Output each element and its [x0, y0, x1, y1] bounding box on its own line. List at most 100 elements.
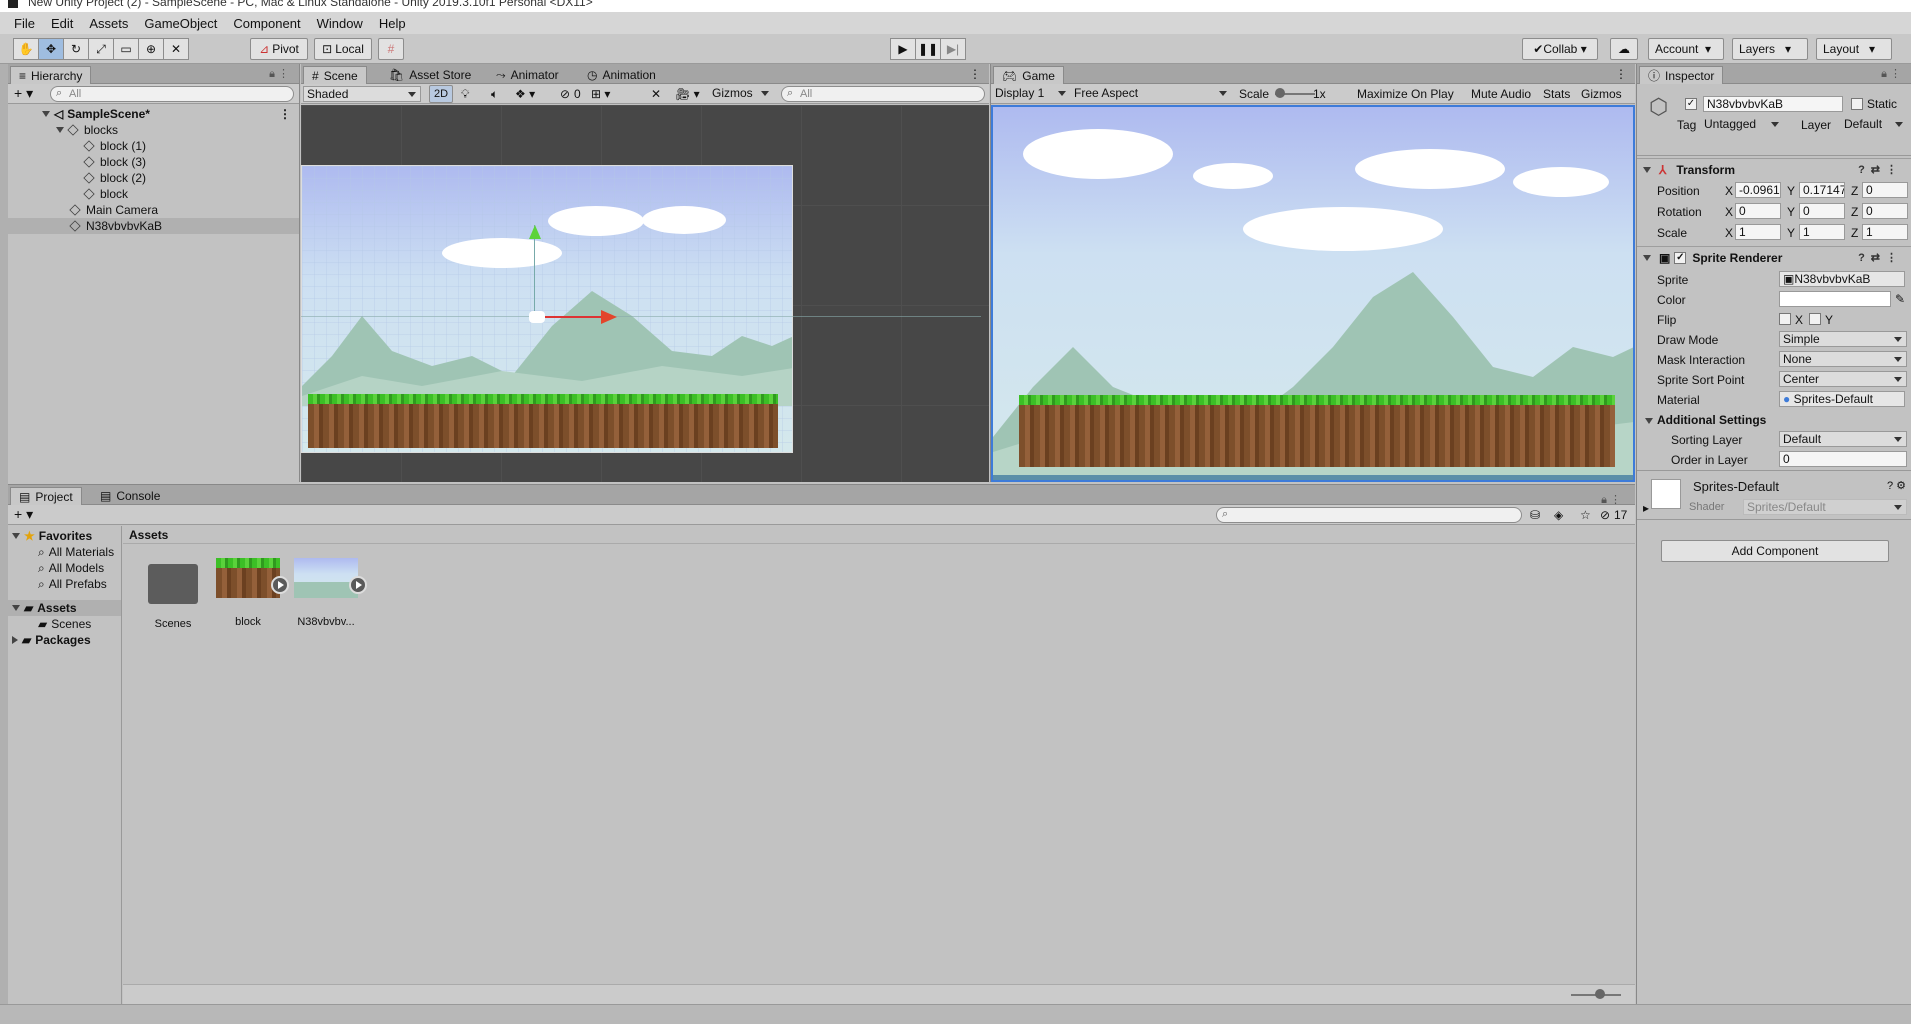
- rotation-y-field[interactable]: 0: [1799, 203, 1845, 219]
- additional-settings-foldout[interactable]: Additional Settings: [1645, 413, 1766, 427]
- position-z-field[interactable]: 0: [1862, 182, 1908, 198]
- cloud-icon[interactable]: ☁: [1610, 38, 1638, 60]
- move-tool-icon[interactable]: ✥: [38, 38, 64, 60]
- account-dropdown[interactable]: Account ▾: [1648, 38, 1724, 60]
- filter-by-label-icon[interactable]: ◈: [1554, 508, 1563, 522]
- scale-slider-handle[interactable]: [1275, 88, 1285, 98]
- foldout-arrow-icon[interactable]: [1643, 166, 1651, 173]
- hidden-packages-icon[interactable]: ⊘: [1600, 508, 1610, 522]
- sprite-renderer-header[interactable]: ▣ ✓ Sprite Renderer ?⇄⋮: [1637, 246, 1911, 268]
- menu-component[interactable]: Component: [225, 16, 308, 31]
- object-name-field[interactable]: N38vbvbvKaB: [1703, 96, 1843, 112]
- order-in-layer-field[interactable]: 0: [1779, 451, 1907, 467]
- inspector-lock-icon[interactable]: 🔒︎ ⋮: [1881, 67, 1901, 81]
- asset-block-sprite[interactable]: block: [213, 556, 289, 628]
- menu-help[interactable]: Help: [371, 16, 414, 31]
- scale-z-field[interactable]: 1: [1862, 224, 1908, 240]
- packages-folder-row[interactable]: ▰ Packages: [8, 632, 121, 648]
- scene-menu-icon[interactable]: ⋮: [279, 107, 291, 121]
- component-menu-icons[interactable]: ?⇄⋮: [1858, 251, 1903, 264]
- project-search-input[interactable]: [1216, 507, 1522, 523]
- rect-tool-icon[interactable]: ▭: [113, 38, 139, 60]
- position-y-field[interactable]: 0.17147: [1799, 182, 1845, 198]
- layers-dropdown[interactable]: Layers ▾: [1732, 38, 1808, 60]
- effects-icon[interactable]: ❖ ▾: [515, 87, 535, 101]
- active-checkbox[interactable]: ✓: [1685, 98, 1697, 110]
- collapse-arrow-icon[interactable]: [12, 636, 18, 644]
- grid-visibility-icon[interactable]: ⊞ ▾: [591, 87, 610, 101]
- scene-background-sprite[interactable]: [301, 165, 793, 453]
- favorite-star-icon[interactable]: ☆: [1580, 508, 1591, 522]
- local-toggle[interactable]: ⊡ Local: [314, 38, 372, 60]
- favorite-all-prefabs[interactable]: ⌕ All Prefabs: [8, 576, 121, 592]
- layout-dropdown[interactable]: Layout ▾: [1816, 38, 1892, 60]
- pause-button-icon[interactable]: ❚❚: [915, 38, 941, 60]
- expand-arrow-icon[interactable]: ▸: [1643, 501, 1649, 515]
- shading-mode-dropdown[interactable]: Shaded: [303, 86, 421, 102]
- audio-icon[interactable]: 🔈︎: [491, 87, 498, 102]
- rotate-tool-icon[interactable]: ↻: [63, 38, 89, 60]
- expand-sprite-icon[interactable]: [349, 576, 367, 594]
- game-viewport[interactable]: [991, 105, 1635, 482]
- rotation-x-field[interactable]: 0: [1735, 203, 1781, 219]
- tag-dropdown[interactable]: Untagged: [1701, 117, 1783, 133]
- tab-animator[interactable]: ⤳ Animator: [488, 66, 567, 84]
- expand-arrow-icon[interactable]: [12, 533, 20, 539]
- scene-viewport[interactable]: [301, 105, 989, 482]
- component-menu-icons[interactable]: ?⇄⋮: [1858, 163, 1903, 176]
- grid-snap-icon[interactable]: #: [378, 38, 404, 60]
- mask-interaction-dropdown[interactable]: None: [1779, 351, 1907, 367]
- scene-row[interactable]: ◁ SampleScene* ⋮: [8, 106, 299, 122]
- tree-item-selected-sprite[interactable]: N38vbvbvKaB: [8, 218, 299, 234]
- step-button-icon[interactable]: ▶|: [940, 38, 966, 60]
- expand-arrow-icon[interactable]: [56, 127, 64, 133]
- tab-hierarchy[interactable]: ≡ Hierarchy: [10, 66, 92, 84]
- tree-item-main-camera[interactable]: Main Camera: [8, 202, 299, 218]
- scale-y-field[interactable]: 1: [1799, 224, 1845, 240]
- lighting-icon[interactable]: 💡︎: [461, 87, 469, 102]
- add-component-button[interactable]: Add Component: [1661, 540, 1889, 562]
- filter-by-type-icon[interactable]: ⛁: [1530, 508, 1540, 522]
- maximize-on-play-toggle[interactable]: Maximize On Play: [1357, 87, 1454, 101]
- tab-game[interactable]: 🎮︎ Game: [993, 66, 1064, 84]
- sprite-sort-point-dropdown[interactable]: Center: [1779, 371, 1907, 387]
- assets-folder-row[interactable]: ▰ Assets: [8, 600, 121, 616]
- menu-file[interactable]: File: [6, 16, 43, 31]
- tree-item-block[interactable]: block: [8, 186, 299, 202]
- stats-toggle[interactable]: Stats: [1543, 87, 1570, 101]
- tree-item-block-3[interactable]: block (3): [8, 154, 299, 170]
- scenes-folder-row[interactable]: ▰ Scenes: [8, 616, 121, 632]
- hidden-objects-icon[interactable]: ⊘: [560, 87, 570, 101]
- position-x-field[interactable]: -0.0961: [1735, 182, 1781, 198]
- flip-x-checkbox[interactable]: [1779, 313, 1791, 325]
- tab-asset-store[interactable]: 🛍︎ Asset Store: [381, 66, 479, 84]
- gizmos-dropdown[interactable]: Gizmos: [709, 86, 773, 102]
- tab-inspector[interactable]: ⓘ Inspector: [1639, 66, 1724, 84]
- favorite-all-materials[interactable]: ⌕ All Materials: [8, 544, 121, 560]
- scale-x-field[interactable]: 1: [1735, 224, 1781, 240]
- layer-dropdown[interactable]: Default: [1841, 117, 1907, 133]
- gizmo-center-handle[interactable]: [529, 311, 545, 323]
- foldout-arrow-icon[interactable]: [1645, 418, 1653, 424]
- tab-scene[interactable]: # Scene: [303, 66, 367, 84]
- draw-mode-dropdown[interactable]: Simple: [1779, 331, 1907, 347]
- sorting-layer-dropdown[interactable]: Default: [1779, 431, 1907, 447]
- menu-assets[interactable]: Assets: [81, 16, 136, 31]
- mute-audio-toggle[interactable]: Mute Audio: [1471, 87, 1531, 101]
- menu-gameobject[interactable]: GameObject: [136, 16, 225, 31]
- foldout-arrow-icon[interactable]: [1643, 254, 1651, 261]
- tab-project[interactable]: ▤ Project: [10, 487, 82, 505]
- rotation-z-field[interactable]: 0: [1862, 203, 1908, 219]
- gizmo-y-arrow-icon[interactable]: [529, 225, 541, 239]
- tree-item-blocks[interactable]: blocks: [8, 122, 299, 138]
- create-plus-icon[interactable]: + ▾: [14, 85, 33, 102]
- custom-tool-icon[interactable]: ✕: [163, 38, 189, 60]
- create-plus-icon[interactable]: + ▾: [14, 506, 33, 523]
- scene-menu-icon[interactable]: ⋮: [969, 67, 981, 81]
- sprite-renderer-enabled-checkbox[interactable]: ✓: [1674, 251, 1687, 264]
- game-gizmos-toggle[interactable]: Gizmos: [1581, 87, 1622, 101]
- game-menu-icon[interactable]: ⋮: [1615, 67, 1627, 81]
- toggle-2d-button[interactable]: 2D: [429, 85, 453, 103]
- tree-item-block-2[interactable]: block (2): [8, 170, 299, 186]
- collab-dropdown[interactable]: ✔ Collab ▾: [1522, 38, 1598, 60]
